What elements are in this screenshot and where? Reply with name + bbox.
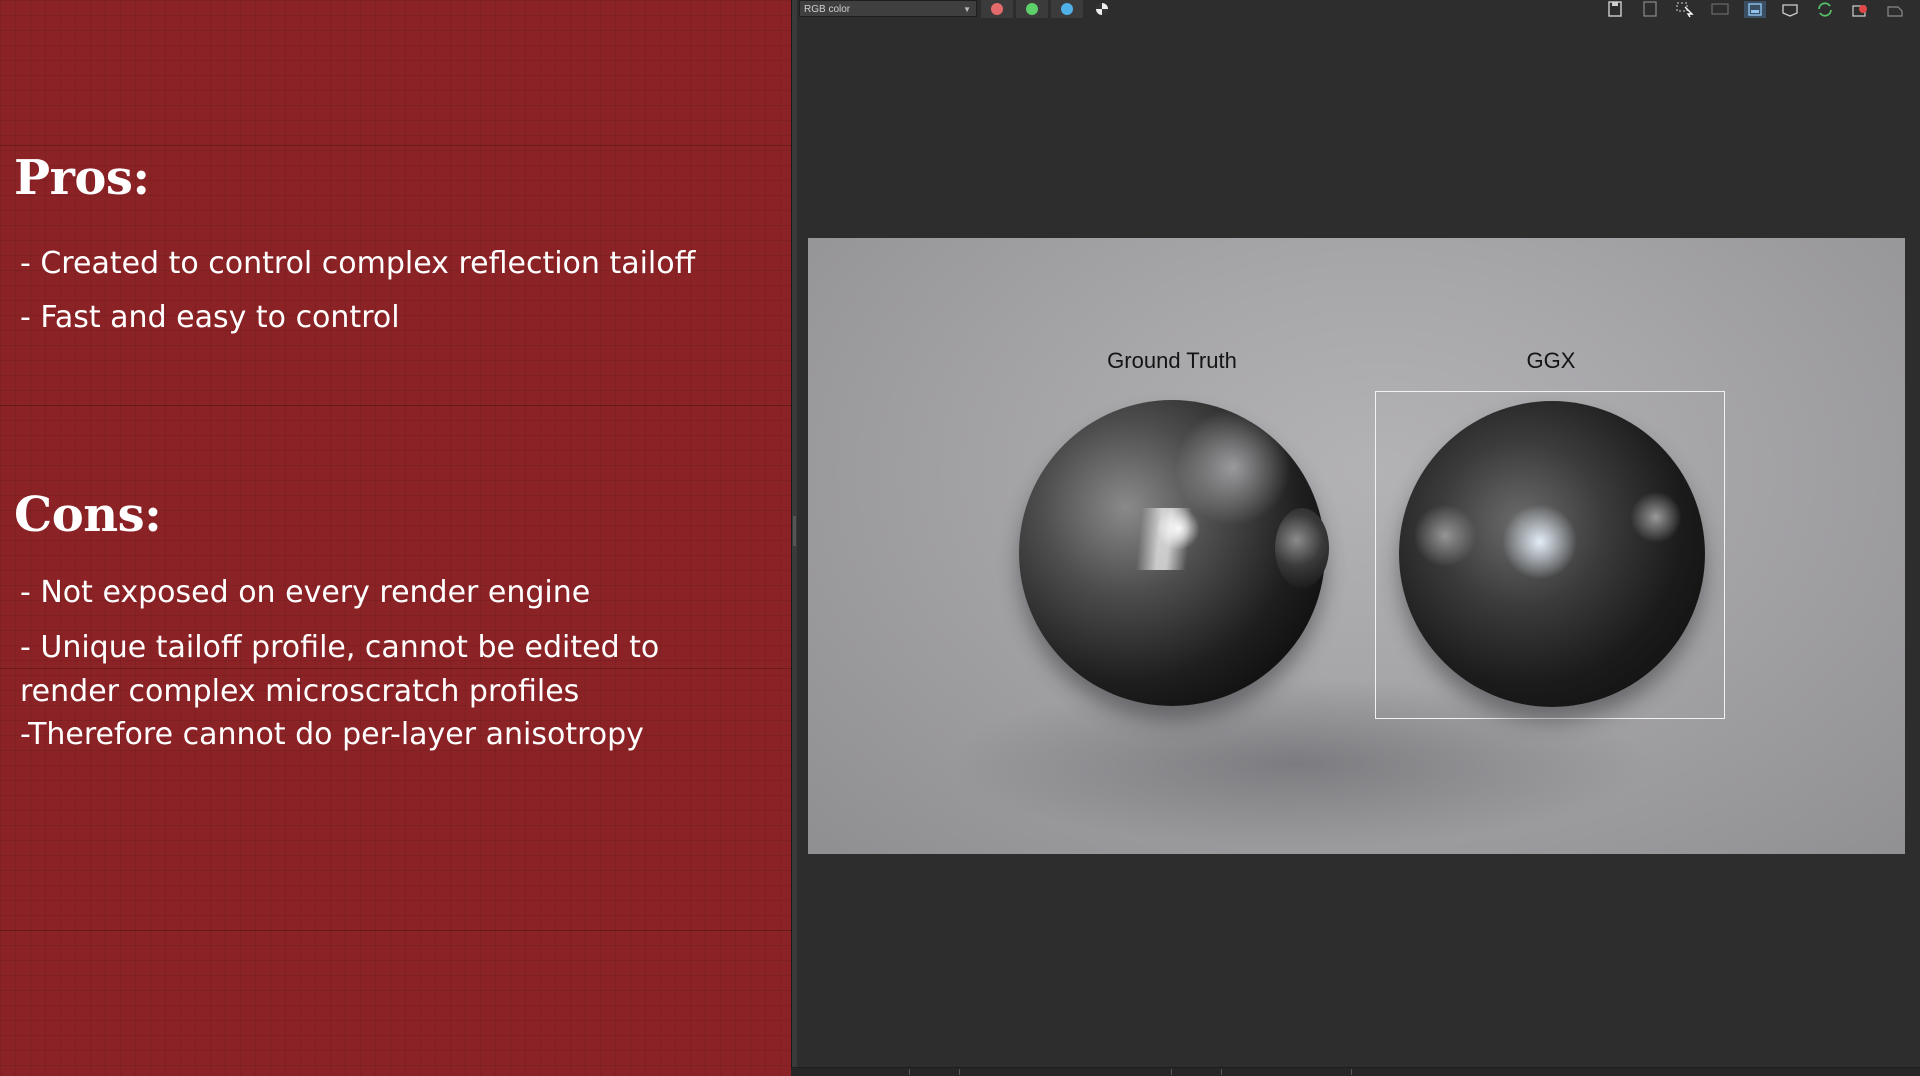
grid-divider bbox=[0, 145, 791, 146]
channel-select-value: RGB color bbox=[804, 4, 851, 15]
blue-channel-icon bbox=[1061, 3, 1073, 15]
ground-truth-label: Ground Truth bbox=[1107, 348, 1237, 373]
region-render-icon[interactable] bbox=[1674, 1, 1696, 18]
viewer-status-bar bbox=[791, 1067, 1920, 1076]
status-separator bbox=[959, 1069, 960, 1075]
cons-heading: Cons: bbox=[14, 487, 162, 543]
slide-panel: Pros: - Created to control complex refle… bbox=[0, 0, 791, 1076]
chevron-down-icon: ▼ bbox=[963, 5, 971, 14]
reflected-object bbox=[1275, 508, 1329, 588]
ggx-sphere bbox=[1399, 401, 1705, 707]
red-channel-button[interactable] bbox=[981, 0, 1013, 18]
green-channel-icon bbox=[1026, 3, 1038, 15]
window-reflection bbox=[1135, 508, 1193, 570]
grid-divider bbox=[0, 405, 791, 406]
channel-select[interactable]: RGB color ▼ bbox=[799, 0, 977, 17]
blue-channel-button[interactable] bbox=[1051, 0, 1083, 18]
splitter-grip[interactable] bbox=[793, 516, 796, 546]
status-separator bbox=[1171, 1069, 1172, 1075]
alpha-channel-icon bbox=[1096, 3, 1108, 15]
frame-buffer-window: RGB color ▼ Ground Truth GGX bbox=[791, 0, 1920, 1076]
save-icon[interactable] bbox=[1604, 1, 1626, 18]
stop-render-icon[interactable] bbox=[1849, 1, 1871, 18]
save-all-icon[interactable] bbox=[1639, 1, 1661, 18]
green-channel-button[interactable] bbox=[1016, 0, 1048, 18]
grid-divider bbox=[0, 930, 791, 931]
status-separator bbox=[1351, 1069, 1352, 1075]
ggx-label: GGX bbox=[1526, 348, 1576, 373]
viewer-toolbar: RGB color ▼ bbox=[791, 0, 1920, 20]
ground-truth-sphere bbox=[1019, 400, 1329, 706]
cons-item: -Therefore cannot do per-layer anisotrop… bbox=[20, 717, 644, 752]
frame-buffer-icon[interactable] bbox=[1744, 1, 1766, 18]
3d-icon[interactable] bbox=[1709, 1, 1731, 18]
cons-item: - Unique tailoff profile, cannot be edit… bbox=[20, 630, 660, 709]
pros-item: - Created to control complex reflection … bbox=[20, 246, 696, 281]
status-separator bbox=[909, 1069, 910, 1075]
alpha-channel-button[interactable] bbox=[1086, 0, 1118, 18]
track-mouse-icon[interactable] bbox=[1779, 1, 1801, 18]
cons-item: - Not exposed on every render engine bbox=[20, 575, 591, 610]
pros-item: - Fast and easy to control bbox=[20, 300, 400, 335]
pros-heading: Pros: bbox=[14, 150, 150, 206]
refresh-icon[interactable] bbox=[1814, 1, 1836, 18]
status-separator bbox=[1221, 1069, 1222, 1075]
red-channel-icon bbox=[991, 3, 1003, 15]
render-image: Ground Truth GGX bbox=[808, 238, 1905, 854]
lock-icon[interactable] bbox=[1884, 1, 1906, 18]
